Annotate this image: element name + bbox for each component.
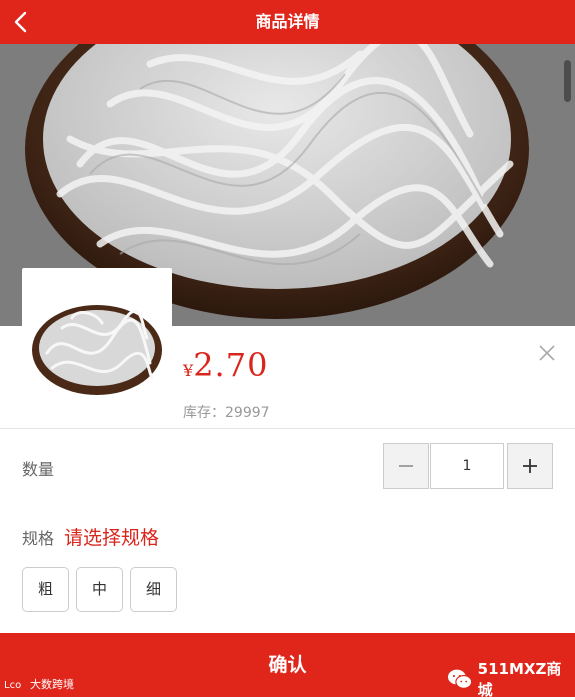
minus-icon bbox=[399, 465, 413, 467]
watermark-right-text: 511MXZ商城 bbox=[477, 660, 562, 699]
increment-button[interactable] bbox=[507, 443, 553, 489]
scrollbar-thumb[interactable] bbox=[564, 60, 571, 102]
header-bar: 商品详情 bbox=[0, 0, 575, 44]
quantity-input[interactable]: 1 bbox=[430, 443, 504, 489]
quantity-stepper: 1 bbox=[383, 443, 553, 489]
product-price: ¥2.70 bbox=[183, 346, 268, 384]
divider bbox=[0, 428, 575, 429]
stock-count: 库存：29997 bbox=[183, 405, 270, 421]
plus-icon bbox=[523, 459, 537, 473]
product-thumbnail bbox=[22, 268, 172, 418]
brand-logo-icon: Lco bbox=[4, 680, 21, 690]
price-value: 2.70 bbox=[193, 346, 269, 384]
watermark-right: 511MXZ商城 bbox=[447, 658, 575, 700]
noodle-bowl-thumbnail-image bbox=[32, 305, 162, 395]
decrement-button[interactable] bbox=[383, 443, 429, 489]
quantity-label: 数量 bbox=[22, 460, 55, 479]
spec-option-thin[interactable]: 细 bbox=[130, 567, 177, 612]
watermark-left-text: 大数跨境 bbox=[30, 678, 74, 691]
currency-symbol: ¥ bbox=[183, 361, 194, 380]
watermark-left: Lco 大数跨境 bbox=[4, 676, 74, 692]
close-icon[interactable] bbox=[536, 342, 558, 364]
svg-text:Lco: Lco bbox=[4, 680, 21, 690]
spec-label: 规格 bbox=[22, 529, 55, 548]
spec-option-medium[interactable]: 中 bbox=[76, 567, 123, 612]
page-title: 商品详情 bbox=[255, 12, 320, 31]
spec-option-thick[interactable]: 粗 bbox=[22, 567, 69, 612]
spec-prompt: 请选择规格 bbox=[64, 527, 160, 549]
wechat-icon bbox=[447, 669, 473, 689]
